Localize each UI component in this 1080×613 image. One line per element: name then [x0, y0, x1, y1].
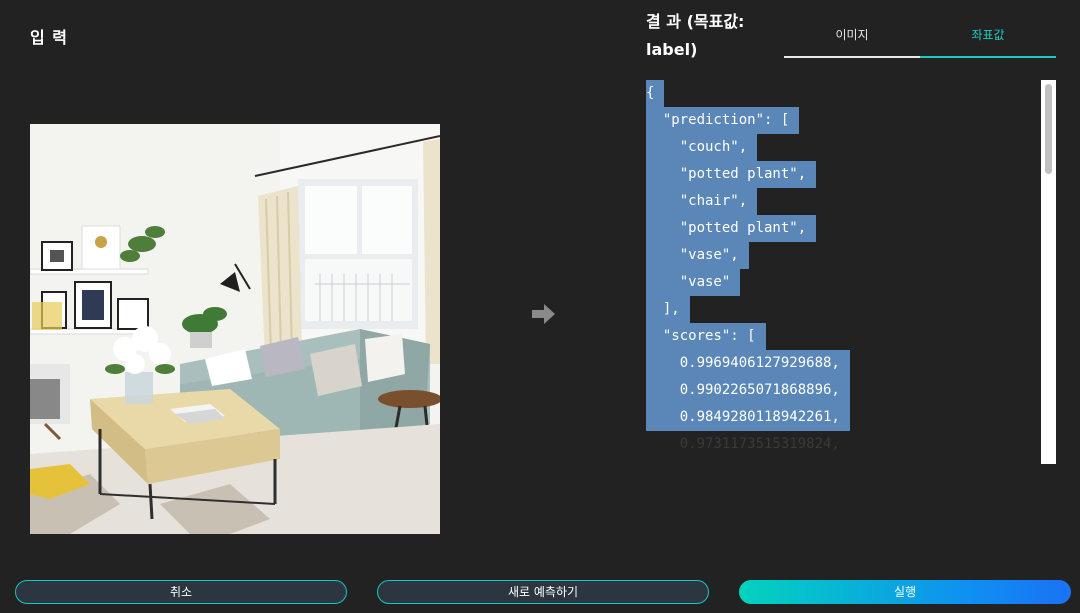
- code-line: "vase",: [646, 242, 1041, 269]
- code-line: 0.9969406127929688,: [646, 350, 1041, 377]
- code-line: "scores": [: [646, 323, 1041, 350]
- run-button[interactable]: 실행: [739, 580, 1071, 604]
- tab-image[interactable]: 이미지: [784, 18, 920, 58]
- arrow-right-icon: [530, 302, 556, 328]
- code-line: 0.9902265071868896,: [646, 377, 1041, 404]
- code-line: "prediction": [: [646, 107, 1041, 134]
- code-line: "vase": [646, 269, 1041, 296]
- code-line: {: [646, 80, 1041, 107]
- json-output-panel[interactable]: { "prediction": [ "couch", "potted plant…: [646, 80, 1056, 464]
- tab-coords[interactable]: 좌표값: [920, 18, 1056, 58]
- input-image: [30, 124, 440, 534]
- input-title: 입 력: [30, 28, 69, 47]
- vertical-scrollbar[interactable]: [1041, 80, 1056, 464]
- code-line: "potted plant",: [646, 161, 1041, 188]
- code-line: "couch",: [646, 134, 1041, 161]
- code-line: "potted plant",: [646, 215, 1041, 242]
- code-line: 0.9731173515319824,: [646, 436, 840, 452]
- json-output-text[interactable]: { "prediction": [ "couch", "potted plant…: [646, 80, 1041, 464]
- new-prediction-button[interactable]: 새로 예측하기: [377, 580, 709, 604]
- cancel-button[interactable]: 취소: [15, 580, 347, 604]
- code-line: "chair",: [646, 188, 1041, 215]
- code-line: ],: [646, 296, 1041, 323]
- code-line: 0.9849280118942261,: [646, 404, 1041, 431]
- result-tabs: 이미지 좌표값: [784, 18, 1056, 58]
- result-title: 결 과 (목표값: label): [646, 12, 745, 59]
- scrollbar-thumb[interactable]: [1045, 84, 1052, 174]
